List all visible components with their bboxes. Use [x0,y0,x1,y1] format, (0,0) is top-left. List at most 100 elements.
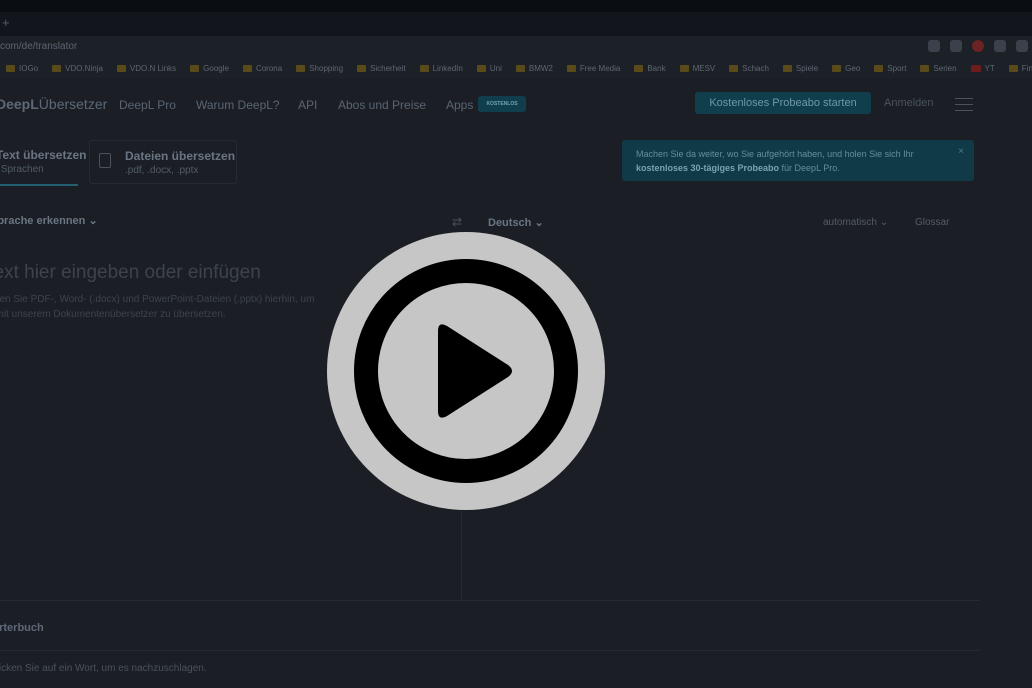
url-text: com/de/translator [0,41,78,52]
bookmark-label: Google [203,63,229,73]
bookmark-item[interactable]: Free Media [566,63,621,73]
login-link[interactable]: Anmelden [884,97,934,109]
bookmark-item[interactable]: Bank [634,63,666,73]
bookmark-label: MESV [692,63,716,73]
bookmark-item[interactable]: IOGo [6,64,38,73]
folder-icon [52,64,62,72]
folder-icon [190,64,200,72]
bookmark-label: LinkedIn [432,63,463,73]
dictionary-title[interactable]: Wörterbuch [0,622,44,634]
folder-icon [874,64,884,72]
extensions-puzzle-icon[interactable] [994,40,1006,52]
tab-translate-files[interactable]: Dateien übersetzen .pdf, .docx, .pptx [89,140,237,184]
bookmark-item[interactable]: Geo [832,64,860,73]
tab-translate-text[interactable]: Text übersetzen 31 Sprachen [0,140,86,186]
bookmark-item[interactable]: Serien [920,63,957,73]
bookmark-label: Corona [255,63,283,73]
bookmark-label: Uni [489,63,502,73]
source-text-input[interactable]: Text hier eingeben oder einfügen [0,262,261,284]
notice-bold-text[interactable]: kostenloses 30-tägiges Probeabo [636,163,779,173]
folder-icon [679,64,689,72]
address-bar[interactable]: com/de/translator [0,36,1032,58]
notice-text: Machen Sie da weiter, wo Sie aufgehört h… [636,149,914,159]
extension-icon[interactable] [972,40,984,52]
apps-free-badge: KOSTENLOS [478,96,526,112]
bookmark-label: BMW2 [528,63,553,73]
play-circle-icon[interactable] [326,231,606,511]
bookmark-item[interactable]: YT [970,63,995,73]
bookmark-label: Bank [647,63,666,73]
bookmark-item[interactable]: MESV [679,63,716,73]
folder-icon [729,64,739,72]
bookmark-item[interactable]: Uni [476,63,502,73]
folder-icon [296,64,306,72]
bookmark-item[interactable]: Sicherheit [357,64,406,73]
target-language-label: Deutsch [488,217,532,229]
chevron-down-icon: ⌄ [88,215,98,227]
start-trial-button[interactable]: Kostenloses Probeabo starten [695,92,871,114]
tab-translate-files-sub: .pdf, .docx, .pptx [125,165,199,176]
nav-link-pricing[interactable]: Abos und Preise [338,98,426,112]
bookmark-label: Schach [742,63,769,73]
glossary-button[interactable]: Glossar [915,217,949,228]
tab-translate-text-sub: 31 Sprachen [0,164,44,175]
tab-translate-files-title: Dateien übersetzen [125,149,236,163]
share-icon[interactable] [928,40,940,52]
bookmark-label: VDO.N Links [129,63,177,73]
folder-icon [242,64,252,72]
site-navbar: DeepLÜbersetzer DeepL Pro Warum DeepL? A… [0,78,1032,130]
bookmark-item[interactable]: Shopping [296,64,343,73]
star-icon[interactable] [950,40,962,52]
folder-icon [782,64,792,72]
chevron-down-icon: ⌄ [534,217,544,229]
browser-titlebar [0,0,1032,12]
address-bar-icons [928,40,1028,52]
folder-icon [832,64,842,72]
source-language-select[interactable]: Sprache erkennen ⌄ [0,214,98,227]
nav-link-deepl-pro[interactable]: DeepL Pro [119,98,176,112]
bookmark-label: Free Media [579,63,621,73]
bookmark-item[interactable]: Schach [729,64,769,73]
nav-link-apps[interactable]: Apps [446,98,473,112]
bookmark-item[interactable]: Sport [874,64,906,73]
hamburger-menu-icon[interactable] [955,98,973,112]
bookmark-label: YT [984,63,995,73]
folder-icon [116,64,126,72]
source-hint-line2: sie mit unserem Dokumentenübersetzer zu … [0,309,226,320]
nav-link-api[interactable]: API [298,98,317,112]
formality-select[interactable]: automatisch ⌄ [823,217,888,228]
target-language-select[interactable]: Deutsch ⌄ [488,216,544,229]
dictionary-divider [0,600,980,601]
folder-icon [566,64,576,72]
bookmark-label: VDO.Ninja [65,63,103,73]
youtube-icon [970,64,981,72]
bookmark-label: Geo [845,63,861,73]
folder-icon [419,64,429,72]
close-icon[interactable]: × [958,145,964,159]
document-icon [99,153,111,168]
chevron-down-icon: ⌄ [879,217,889,228]
bookmark-item[interactable]: Google [190,64,229,73]
bookmark-item[interactable]: VDO.Ninja [52,64,103,73]
tab-translate-text-title: Text übersetzen [0,148,87,162]
bookmark-item[interactable]: VDO.N Links [116,63,177,73]
bookmark-label: Serien [933,63,957,73]
trial-notice: Machen Sie da weiter, wo Sie aufgehört h… [622,140,974,181]
profile-icon[interactable] [1016,40,1028,52]
nav-link-why-deepl[interactable]: Warum DeepL? [196,98,280,112]
folder-icon [515,64,525,72]
bookmark-item[interactable]: LinkedIn [419,63,463,73]
bookmark-item[interactable]: BMW2 [515,63,553,73]
bookmark-item[interactable]: Spiele [782,64,818,73]
deepl-logo[interactable]: DeepLÜbersetzer [0,96,107,112]
bookmarks-bar: IOGo VDO.Ninja VDO.N Links Google Corona Shop… [0,58,1032,78]
formality-label: automatisch [823,217,877,228]
swap-languages-icon[interactable]: ⇄ [452,215,462,229]
bookmark-item[interactable]: Corona [242,63,283,73]
bookmark-item[interactable]: Fintech [1008,64,1032,73]
folder-icon [634,64,644,72]
folder-icon [920,64,930,72]
bookmark-label: IOGo [19,63,39,73]
new-tab-icon[interactable]: + [2,15,10,30]
browser-tabstrip: + [0,12,1032,36]
